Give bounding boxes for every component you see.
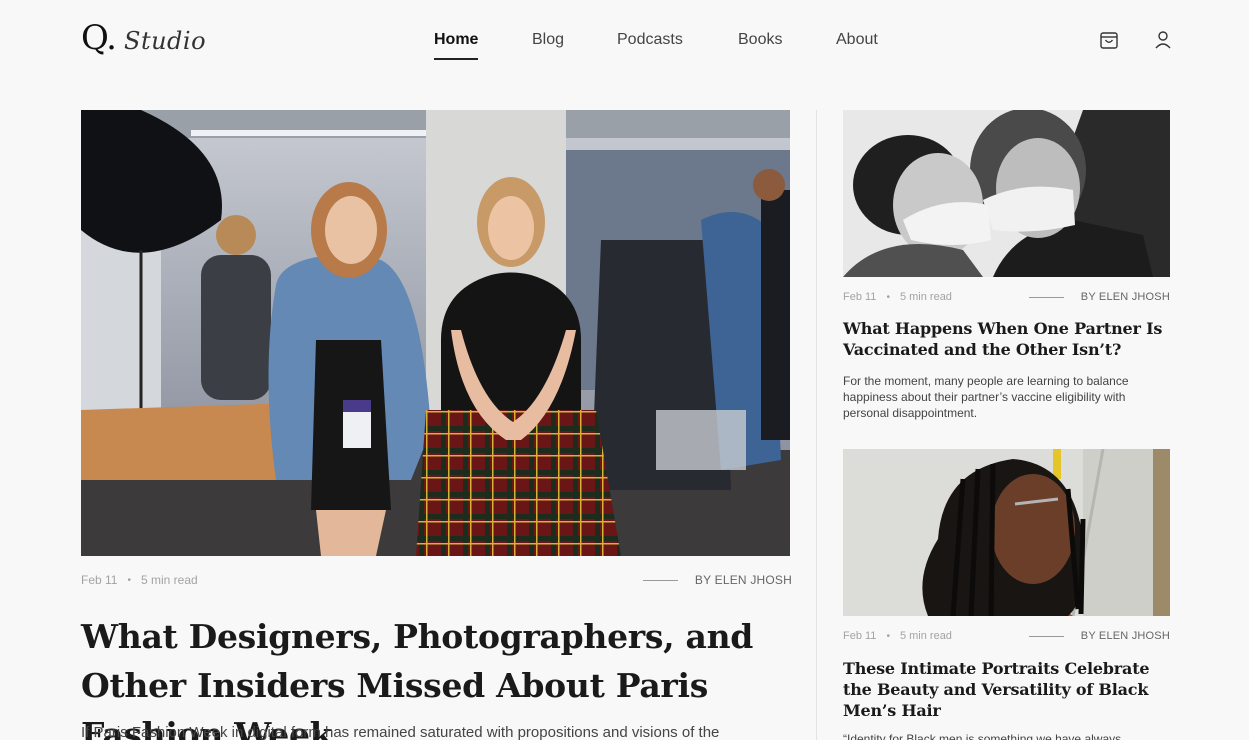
user-icon[interactable]: [1152, 29, 1174, 51]
featured-title[interactable]: What Designers, Photographers, and Other…: [81, 612, 781, 740]
card-author-2[interactable]: BY ELEN JHOSH: [1081, 630, 1170, 642]
card-image-2[interactable]: [843, 449, 1170, 616]
card-excerpt-1: For the moment, many people are learning…: [843, 374, 1129, 420]
site-header: Q. Studio Home Blog Podcasts Books About: [0, 0, 1249, 80]
card-meta-1: Feb 11 • 5 min read BY ELEN JHOSH: [843, 291, 1170, 303]
meta-rule: [642, 579, 678, 581]
card-read-time-1: 5 min read: [899, 291, 952, 303]
nav-books[interactable]: Books: [738, 30, 782, 50]
featured-excerpt: If Paris Fashion Week in digital form ha…: [81, 724, 720, 740]
nav-blog[interactable]: Blog: [532, 30, 564, 50]
featured-meta: Feb 11 • 5 min read BY ELEN JHOSH: [81, 573, 792, 587]
meta-dot: •: [886, 291, 890, 303]
nav-podcasts[interactable]: Podcasts: [617, 30, 683, 50]
card-date-1: Feb 11: [843, 291, 877, 303]
card-author-1[interactable]: BY ELEN JHOSH: [1081, 291, 1170, 303]
card-read-time-2: 5 min read: [899, 630, 952, 642]
featured-date: Feb 11: [81, 573, 118, 587]
card-meta-2: Feb 11 • 5 min read BY ELEN JHOSH: [843, 630, 1170, 642]
featured-read-time: 5 min read: [140, 573, 198, 587]
column-divider: [816, 110, 817, 740]
card-title-2[interactable]: These Intimate Portraits Celebrate the B…: [843, 658, 1170, 721]
featured-author[interactable]: BY ELEN JHOSH: [695, 573, 792, 587]
nav-about[interactable]: About: [836, 30, 878, 50]
main-nav: Home Blog Podcasts Books About: [0, 30, 1249, 60]
card-date-2: Feb 11: [843, 630, 877, 642]
featured-image[interactable]: [81, 110, 790, 556]
meta-rule: [1028, 296, 1064, 298]
meta-dot: •: [127, 574, 131, 586]
nav-home[interactable]: Home: [434, 30, 479, 60]
meta-dot: •: [886, 630, 890, 642]
card-title-1[interactable]: What Happens When One Partner Is Vaccina…: [843, 318, 1170, 360]
meta-rule: [1028, 635, 1064, 637]
card-image-1[interactable]: [843, 110, 1170, 277]
shopping-bag-icon[interactable]: [1098, 29, 1120, 51]
card-excerpt-2: “Identity for Black men is something we …: [843, 732, 1122, 740]
